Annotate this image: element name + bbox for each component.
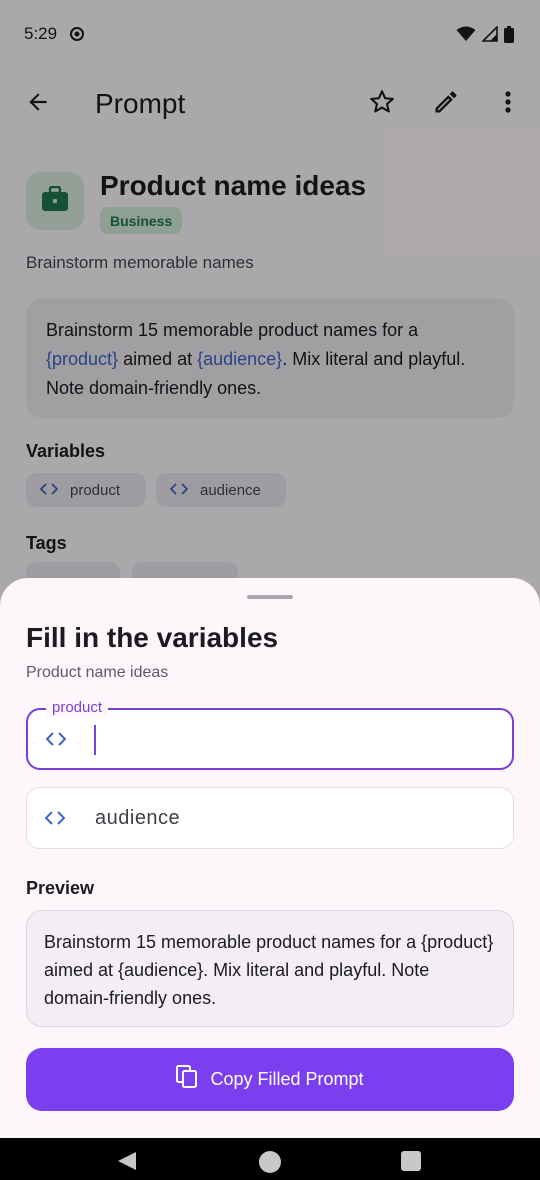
nav-back-button[interactable] (116, 1150, 138, 1177)
product-field[interactable]: product (26, 699, 514, 770)
copy-button-label: Copy Filled Prompt (210, 1069, 364, 1089)
nav-recents-button[interactable] (400, 1150, 422, 1177)
product-field-label: product (46, 699, 109, 717)
code-brackets-icon (46, 732, 66, 746)
preview-box: Brainstorm 15 memorable product names fo… (26, 910, 514, 1027)
nav-home-button[interactable] (258, 1150, 282, 1179)
nav-home-icon (258, 1150, 282, 1179)
copy-filled-prompt-button[interactable]: Copy Filled Prompt (26, 1048, 514, 1111)
audience-field[interactable] (26, 787, 514, 849)
nav-recents-icon (400, 1150, 422, 1177)
audience-input[interactable] (95, 788, 495, 848)
text-cursor (94, 725, 96, 755)
copy-icon (176, 1065, 198, 1094)
preview-label: Preview (26, 878, 95, 898)
sheet-title: Fill in the variables (26, 622, 279, 653)
code-brackets-icon (45, 811, 65, 825)
fill-variables-sheet: Fill in the variables Product name ideas… (0, 578, 540, 1138)
drag-handle[interactable] (247, 595, 293, 599)
system-nav-bar (0, 1138, 540, 1180)
sheet-subtitle: Product name ideas (26, 664, 169, 681)
nav-back-icon (116, 1150, 138, 1177)
